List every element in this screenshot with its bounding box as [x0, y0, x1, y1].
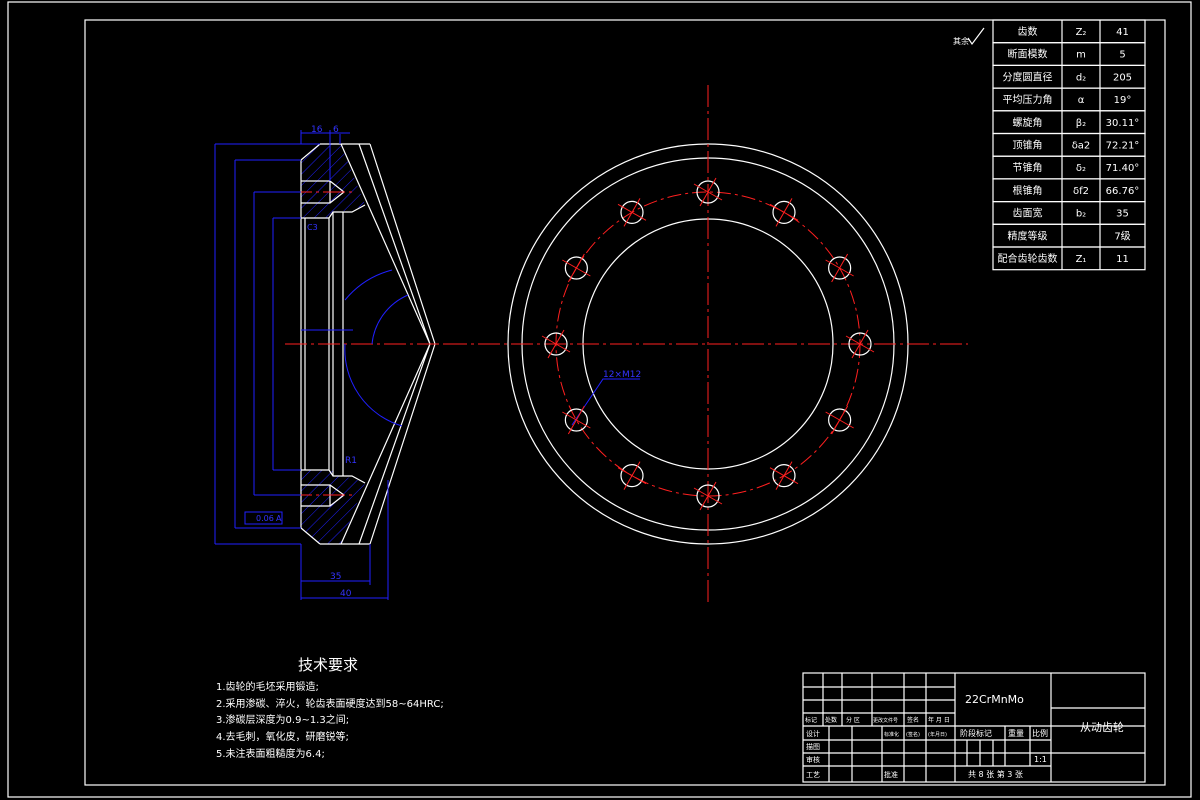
bolt-hole — [562, 253, 591, 283]
param-value: 11 — [1116, 254, 1129, 265]
param-symbol: δ₂ — [1076, 163, 1086, 174]
param-row: 齿数 Z₂ 41 — [992, 19, 1146, 44]
title-block: 标记 处数 分 区 更改文件号 签名 年 月 日 设计 描图 审核 工艺 标准化… — [802, 672, 1146, 783]
section-view: 16 6 C3 R1 0.06 A 35 40 — [214, 125, 445, 600]
param-row: 配合齿轮齿数 Z₁ 11 — [992, 246, 1146, 271]
inner-frame — [84, 19, 1166, 786]
param-symbol: b₂ — [1076, 209, 1086, 220]
bolt-hole — [769, 198, 799, 227]
dim-16: 16 — [311, 125, 323, 135]
dim-6: 6 — [333, 125, 339, 135]
label: 批准 — [884, 770, 898, 779]
param-value: 41 — [1116, 27, 1129, 38]
param-value: 66.76° — [1106, 186, 1140, 197]
tech-item: 4.去毛刺，氧化皮，研磨锐等; — [216, 730, 349, 743]
param-name: 精度等级 — [1008, 229, 1048, 242]
label: 比例 — [1032, 728, 1048, 738]
label: 更改文件号 — [873, 717, 898, 724]
param-value: 71.40° — [1106, 163, 1140, 174]
label: 阶段标记 — [960, 728, 992, 738]
param-row: 齿面宽 b₂ 35 — [992, 201, 1146, 225]
param-value: 30.11° — [1106, 118, 1140, 129]
param-symbol: m — [1076, 50, 1086, 61]
holes-label: 12×M12 — [603, 370, 641, 380]
tech-item: 5.未注表面粗糙度为6.4; — [216, 747, 325, 760]
dim-35: 35 — [330, 572, 341, 582]
param-row: 螺旋角 β₂ 30.11° — [992, 110, 1146, 135]
front-view: 12×M12 — [445, 85, 968, 603]
param-value: 7级 — [1114, 230, 1130, 242]
param-symbol: α — [1078, 95, 1085, 106]
label: (签名) — [906, 731, 920, 738]
param-name: 断面模数 — [1008, 48, 1048, 61]
bolt-hole — [825, 405, 854, 435]
dim-40: 40 — [340, 589, 352, 599]
bolt-hole — [562, 405, 591, 435]
sheet-count: 共 8 张 第 3 张 — [968, 769, 1023, 779]
label: 工艺 — [806, 771, 820, 779]
param-symbol: d₂ — [1076, 72, 1086, 83]
technical-requirements: 技术要求 1.齿轮的毛坯采用锻造; 2.采用渗碳、淬火，轮齿表面硬度达到58~6… — [216, 656, 444, 760]
param-symbol: Z₁ — [1076, 254, 1087, 265]
bolt-hole — [769, 461, 799, 490]
param-name: 分度圆直径 — [1003, 70, 1053, 83]
roughness-note: 其余 — [953, 36, 969, 46]
param-symbol: δf2 — [1073, 186, 1089, 197]
param-name: 螺旋角 — [1013, 116, 1043, 129]
label: 描图 — [806, 742, 820, 751]
param-symbol: β₂ — [1076, 118, 1086, 129]
tech-item: 2.采用渗碳、淬火，轮齿表面硬度达到58~64HRC; — [216, 697, 444, 710]
param-row: 平均压力角 α 19° — [992, 87, 1146, 112]
param-name: 齿面宽 — [1013, 207, 1043, 220]
param-value: 5 — [1119, 50, 1125, 61]
param-name: 齿数 — [1018, 25, 1038, 38]
param-name: 配合齿轮齿数 — [998, 252, 1058, 265]
bolt-hole — [617, 198, 647, 227]
bolt-hole — [617, 461, 647, 490]
param-row: 分度圆直径 d₂ 205 — [992, 64, 1146, 89]
cad-drawing: 16 6 C3 R1 0.06 A 35 40 12×M12 其余 齿数 Z₂ 41… — [7, 1, 1192, 798]
radius-label: R1 — [345, 456, 357, 466]
param-symbol: Z₂ — [1076, 27, 1087, 38]
label: 审核 — [806, 755, 820, 764]
scale: 1:1 — [1034, 755, 1047, 764]
datum-label: A — [276, 514, 282, 523]
param-row: 顶锥角 δa2 72.21° — [992, 132, 1146, 157]
bolt-hole — [825, 253, 854, 283]
tech-title: 技术要求 — [298, 656, 358, 674]
tech-item: 1.齿轮的毛坯采用锻造; — [216, 680, 319, 693]
label: 年 月 日 — [928, 716, 950, 724]
param-name: 节锥角 — [1013, 162, 1043, 174]
param-row: 精度等级 7级 — [992, 223, 1146, 248]
label: 处数 — [825, 716, 837, 724]
param-row: 断面模数 m 5 — [992, 42, 1146, 67]
tech-item: 3.渗碳层深度为0.9~1.3之间; — [216, 713, 349, 726]
param-symbol: δa2 — [1072, 141, 1091, 152]
runout-value: 0.06 — [256, 514, 274, 523]
param-name: 平均压力角 — [1003, 93, 1053, 106]
material: 22CrMnMo — [965, 693, 1024, 706]
param-value: 35 — [1116, 209, 1129, 220]
label: 标准化 — [884, 731, 899, 738]
param-value: 205 — [1113, 72, 1132, 83]
param-value: 19° — [1114, 95, 1132, 106]
hatch-bottom — [301, 470, 365, 544]
param-row: 节锥角 δ₂ 71.40° — [992, 155, 1146, 180]
label: (年月日) — [928, 731, 947, 738]
label: 签名 — [907, 716, 919, 724]
roughness-symbol-icon — [967, 27, 985, 46]
label: 设计 — [806, 729, 820, 738]
param-name: 顶锥角 — [1013, 140, 1043, 152]
label: 分 区 — [846, 716, 860, 724]
part-name: 从动齿轮 — [1080, 720, 1124, 734]
parameter-table: 齿数 Z₂ 41 断面模数 m 5 分度圆直径 d₂ 205 平均压力角 α 19° 螺旋角 β₂ 30.1… — [992, 19, 1146, 271]
label: 重量 — [1008, 728, 1024, 738]
param-value: 72.21° — [1106, 141, 1140, 152]
param-row: 根锥角 δf2 66.76° — [992, 178, 1146, 203]
chamfer-label: C3 — [307, 223, 318, 232]
label: 标记 — [805, 716, 817, 724]
param-name: 根锥角 — [1013, 184, 1043, 197]
